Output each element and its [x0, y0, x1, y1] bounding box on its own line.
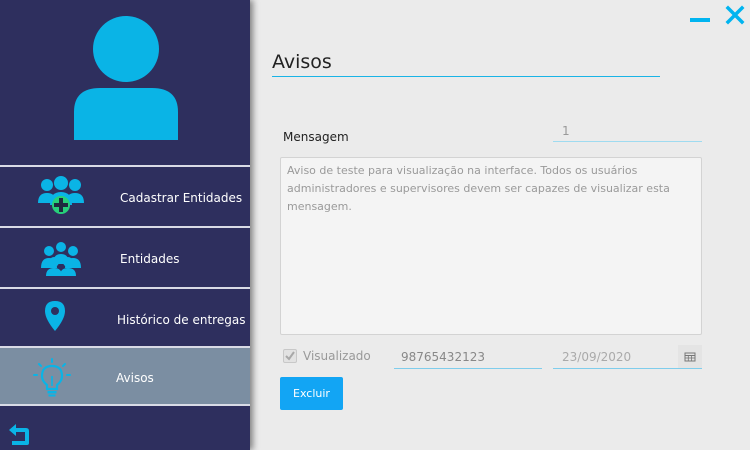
group-icon: [41, 242, 81, 276]
title-underline: [272, 76, 660, 77]
sidebar-item-label: Cadastrar Entidades: [120, 191, 243, 205]
sidebar-item-label: Avisos: [116, 371, 154, 385]
location-pin-icon: [45, 301, 65, 331]
date-picker-button[interactable]: [678, 345, 702, 369]
calendar-icon: [684, 352, 696, 362]
minimize-icon[interactable]: [689, 4, 711, 26]
sidebar-item-avisos[interactable]: Avisos: [0, 346, 250, 404]
sidebar-item-label: Histórico de entregas: [117, 313, 246, 327]
sidebar-item-historico-de-entregas[interactable]: Histórico de entregas: [0, 287, 250, 345]
delete-button[interactable]: Excluir: [280, 377, 343, 410]
sidebar-item-cadastrar-entidades[interactable]: Cadastrar Entidades: [0, 165, 250, 223]
add-group-icon: [38, 176, 84, 214]
sidebar-item-label: Entidades: [120, 252, 180, 266]
viewed-label: Visualizado: [303, 349, 371, 363]
viewed-checkbox-wrap[interactable]: Visualizado: [283, 349, 373, 365]
lightbulb-icon: [33, 358, 71, 397]
viewed-checkbox[interactable]: [283, 349, 297, 363]
sidebar: Cadastrar Entidades Entidades Histórico …: [0, 0, 250, 450]
date-field[interactable]: [553, 345, 678, 369]
page-title: Avisos: [272, 51, 332, 73]
message-label: Mensagem: [283, 130, 349, 144]
close-icon[interactable]: [724, 4, 746, 26]
sidebar-item-entidades[interactable]: Entidades: [0, 226, 250, 284]
cpf-field[interactable]: [394, 345, 542, 369]
message-textarea[interactable]: Aviso de teste para visualização na inte…: [280, 157, 702, 335]
checkmark-icon: [285, 351, 295, 361]
user-avatar-icon: [74, 16, 178, 140]
message-id-field[interactable]: [553, 120, 702, 142]
back-arrow-icon[interactable]: [6, 421, 32, 447]
sidebar-divider: [0, 404, 250, 406]
